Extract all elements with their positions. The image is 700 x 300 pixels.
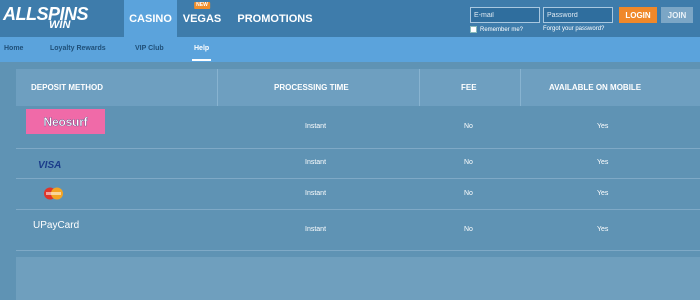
cell-mobile: Yes — [597, 123, 609, 130]
email-field[interactable] — [470, 7, 540, 23]
table-row: UPayCard Instant No Yes — [16, 210, 700, 251]
remember-label: Remember me? — [480, 26, 524, 33]
active-tab-indicator — [192, 59, 211, 61]
password-field[interactable] — [543, 7, 613, 23]
subnav-home[interactable]: Home — [4, 45, 23, 52]
header-fee: FEE — [461, 83, 477, 92]
cell-fee: No — [464, 190, 473, 197]
brand-logo[interactable]: ALLSPINS WIN — [3, 5, 115, 33]
table-header: DEPOSIT METHOD PROCESSING TIME FEE AVAIL… — [16, 69, 700, 106]
header-divider — [217, 69, 218, 106]
cell-mobile: Yes — [597, 159, 609, 166]
cell-processing-time: Instant — [305, 159, 327, 166]
header-available-on-mobile: AVAILABLE ON MOBILE — [549, 83, 642, 92]
cell-processing-time: Instant — [305, 190, 327, 197]
subnav-help[interactable]: Help — [194, 45, 209, 52]
nav-vegas[interactable]: NEW VEGAS — [177, 0, 227, 37]
cell-processing-time: Instant — [305, 226, 327, 233]
visa-logo: VISA — [38, 160, 62, 171]
nav-casino-label: CASINO — [129, 12, 172, 25]
remember-checkbox[interactable] — [470, 26, 477, 33]
neosurf-logo-text: Neosurf — [43, 114, 88, 129]
nav-promotions[interactable]: PROMOTIONS — [227, 0, 323, 37]
main-nav: CASINO NEW VEGAS PROMOTIONS — [124, 0, 323, 37]
nav-promotions-label: PROMOTIONS — [237, 12, 313, 25]
brand-logo-line2: WIN — [49, 19, 71, 31]
table-row: Neosurf Instant No Yes — [16, 106, 700, 149]
nav-vegas-label: VEGAS — [182, 12, 222, 25]
header-processing-time: PROCESSING TIME — [274, 83, 349, 92]
login-button[interactable]: LOGIN — [619, 7, 657, 23]
header-deposit-method: DEPOSIT METHOD — [31, 83, 104, 92]
cell-fee: No — [464, 123, 473, 130]
new-badge: NEW — [194, 2, 210, 9]
top-header: ALLSPINS WIN CASINO NEW VEGAS PROMOTIONS… — [0, 0, 700, 37]
neosurf-logo: Neosurf — [26, 109, 105, 134]
join-button[interactable]: JOIN — [661, 7, 693, 23]
table-footer-strip — [16, 257, 700, 300]
cell-processing-time: Instant — [305, 123, 327, 130]
cell-mobile: Yes — [597, 190, 609, 197]
nav-casino[interactable]: CASINO — [124, 0, 177, 37]
cell-mobile: Yes — [597, 226, 609, 233]
header-divider — [419, 69, 420, 106]
subnav-loyalty-rewards[interactable]: Loyalty Rewards — [50, 45, 106, 52]
brand-logo-line1: ALLSPINS — [3, 4, 89, 24]
sub-nav: Home Loyalty Rewards VIP Club Help — [0, 37, 700, 62]
deposit-methods-table: DEPOSIT METHOD PROCESSING TIME FEE AVAIL… — [16, 69, 700, 300]
cell-fee: No — [464, 159, 473, 166]
subnav-vip-club[interactable]: VIP Club — [135, 45, 164, 52]
table-row: VISA Instant No Yes — [16, 149, 700, 179]
remember-me[interactable]: Remember me? — [470, 26, 523, 33]
table-row: Instant No Yes — [16, 179, 700, 210]
mastercard-logo — [44, 187, 63, 200]
header-divider — [520, 69, 521, 106]
cell-fee: No — [464, 226, 473, 233]
forgot-password-link[interactable]: Forgot your password? — [543, 26, 604, 32]
upaycard-logo: UPayCard — [33, 220, 80, 231]
